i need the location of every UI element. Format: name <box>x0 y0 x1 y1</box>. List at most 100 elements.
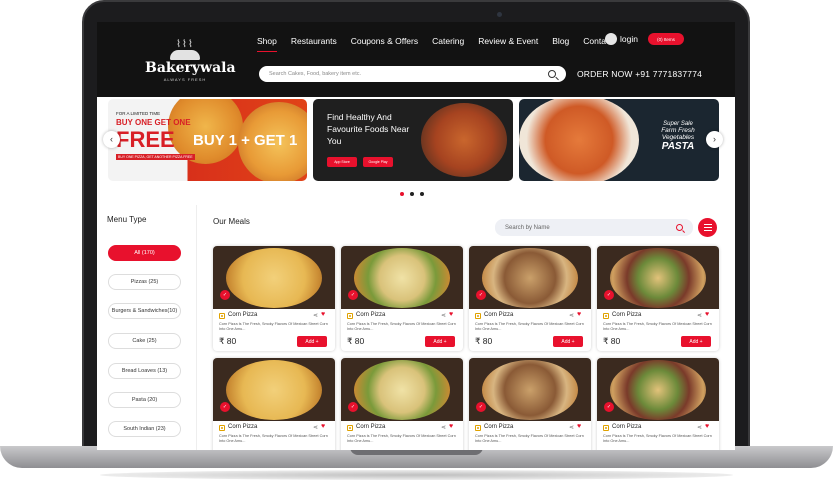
banner-healthy-text: Find Healthy And Favourite Foods Near Yo… <box>327 112 410 146</box>
banner-pasta-title: PASTA <box>661 141 695 152</box>
nav-coupons[interactable]: Coupons & Offers <box>351 36 418 46</box>
heart-icon[interactable]: ♥ <box>577 311 581 318</box>
filter-icon <box>703 224 712 225</box>
login-label: login <box>620 34 638 44</box>
veg-icon <box>603 313 609 319</box>
order-phone[interactable]: ORDER NOW +91 7771837774 <box>577 69 702 79</box>
menu-item-burgers[interactable]: Burgers & Sandwiches(10) <box>108 303 181 319</box>
nav-blog[interactable]: Blog <box>552 36 569 46</box>
banner-healthy-food[interactable]: Find Healthy And Favourite Foods Near Yo… <box>313 99 513 181</box>
meal-card[interactable]: ✓ Corn Pizza ⋖ ♥ Corn Pizza Is The Fresh… <box>213 358 335 450</box>
meal-card[interactable]: ✓ Corn Pizza ⋖ ♥ Corn Pizza Is The Fresh… <box>469 358 591 450</box>
meal-price: ₹ 80 <box>347 336 365 346</box>
meal-card[interactable]: ✓ Corn Pizza ⋖ ♥ Corn Pizza Is The Fresh… <box>341 358 463 450</box>
meal-desc: Corn Pizza Is The Fresh, Smoky Flavors O… <box>603 434 712 443</box>
veg-icon <box>603 425 609 431</box>
meal-search-input[interactable]: Search by Name <box>505 225 676 231</box>
meal-name: Corn Pizza <box>228 312 258 318</box>
meal-card[interactable]: ✓ Corn Pizza ⋖ ♥ Corn Pizza Is The Fresh… <box>597 246 719 351</box>
menu-item-pasta[interactable]: Pasta (20) <box>108 392 181 408</box>
share-icon[interactable]: ⋖ <box>441 312 446 319</box>
nav-restaurants[interactable]: Restaurants <box>291 36 337 46</box>
veg-icon <box>347 425 353 431</box>
filter-button[interactable] <box>698 218 717 237</box>
meal-card[interactable]: ✓ Corn Pizza ⋖ ♥ Corn Pizza Is The Fresh… <box>341 246 463 351</box>
meal-name: Corn Pizza <box>356 312 386 318</box>
badge-icon: ✓ <box>604 402 614 412</box>
meal-search[interactable]: Search by Name <box>495 219 693 236</box>
login-button[interactable]: login <box>605 33 638 45</box>
banner-offer-line: BUY ONE GET ONE <box>116 118 191 127</box>
carousel-prev-button[interactable]: ‹ <box>103 131 120 148</box>
carousel-dot[interactable] <box>410 192 414 196</box>
heart-icon[interactable]: ♥ <box>321 423 325 430</box>
carousel-dot[interactable] <box>420 192 424 196</box>
header-search[interactable]: Search Cakes, Food, bakery item etc. <box>259 66 566 82</box>
share-icon[interactable]: ⋖ <box>697 312 702 319</box>
laptop-shadow <box>100 470 733 480</box>
user-icon <box>605 33 617 45</box>
search-input[interactable]: Search Cakes, Food, bakery item etc. <box>269 71 548 77</box>
heart-icon[interactable]: ♥ <box>449 423 453 430</box>
meal-image: ✓ <box>469 358 591 421</box>
menu-item-south-indian[interactable]: South Indian (23) <box>108 421 181 437</box>
add-button[interactable]: Add + <box>553 336 583 347</box>
share-icon[interactable]: ⋖ <box>441 424 446 431</box>
pizza-image <box>610 248 706 308</box>
meal-name: Corn Pizza <box>484 424 514 430</box>
meal-card[interactable]: ✓ Corn Pizza ⋖ ♥ Corn Pizza Is The Fresh… <box>469 246 591 351</box>
add-button[interactable]: Add + <box>681 336 711 347</box>
app-store-button[interactable]: App Store <box>327 157 357 167</box>
google-play-button[interactable]: Google Play <box>363 157 393 167</box>
badge-icon: ✓ <box>348 290 358 300</box>
veg-icon <box>475 313 481 319</box>
banner-pasta-fresh: Farm Fresh Vegetables <box>661 127 695 141</box>
meal-name: Corn Pizza <box>612 312 642 318</box>
search-icon[interactable] <box>548 70 556 78</box>
carousel-next-button[interactable]: › <box>706 131 723 148</box>
heart-icon[interactable]: ♥ <box>705 423 709 430</box>
heart-icon[interactable]: ♥ <box>705 311 709 318</box>
share-icon[interactable]: ⋖ <box>569 424 574 431</box>
banner-pasta[interactable]: Super Sale Farm Fresh Vegetables PASTA <box>519 99 719 181</box>
nav-shop[interactable]: Shop <box>257 36 277 52</box>
share-icon[interactable]: ⋖ <box>569 312 574 319</box>
meal-name: Corn Pizza <box>484 312 514 318</box>
heart-icon[interactable]: ♥ <box>321 311 325 318</box>
carousel-dot[interactable] <box>400 192 404 196</box>
banner-sub-text: BUY ONE PIZZA, GET ANOTHER PIZZA FREE <box>116 154 195 160</box>
pasta-image <box>519 99 639 181</box>
meal-card[interactable]: ✓ Corn Pizza ⋖ ♥ Corn Pizza Is The Fresh… <box>597 358 719 450</box>
banner-pasta-text: Super Sale Farm Fresh Vegetables PASTA <box>645 121 711 152</box>
share-icon[interactable]: ⋖ <box>313 424 318 431</box>
meal-desc: Corn Pizza Is The Fresh, Smoky Flavors O… <box>219 322 328 331</box>
pizza-image <box>226 360 322 420</box>
heart-icon[interactable]: ♥ <box>577 423 581 430</box>
logo[interactable]: ⌇⌇⌇ Bakerywala ALWAYS FRESH <box>145 39 236 88</box>
camera-icon <box>497 12 502 17</box>
banner-bogo[interactable]: FOR A LIMITED TIME BUY ONE GET ONE FREE … <box>108 99 307 181</box>
nav-catering[interactable]: Catering <box>432 36 464 46</box>
add-button[interactable]: Add + <box>425 336 455 347</box>
heart-icon[interactable]: ♥ <box>449 311 453 318</box>
share-icon[interactable]: ⋖ <box>313 312 318 319</box>
badge-icon: ✓ <box>604 290 614 300</box>
carousel-dots <box>400 192 430 196</box>
add-button[interactable]: Add + <box>297 336 327 347</box>
cart-button[interactable]: (0) Items <box>648 33 684 45</box>
banner-small-text: FOR A LIMITED TIME <box>116 111 161 116</box>
share-icon[interactable]: ⋖ <box>697 424 702 431</box>
search-icon[interactable] <box>676 224 683 231</box>
veg-icon <box>219 425 225 431</box>
menu-item-cake[interactable]: Cake (25) <box>108 333 181 349</box>
meal-price: ₹ 80 <box>603 336 621 346</box>
veg-icon <box>347 313 353 319</box>
steam-icon: ⌇⌇⌇ <box>176 39 194 50</box>
nav-review-event[interactable]: Review & Event <box>478 36 538 46</box>
menu-item-bread[interactable]: Bread Loaves (13) <box>108 363 181 379</box>
badge-icon: ✓ <box>220 402 230 412</box>
meal-card[interactable]: ✓ Corn Pizza ⋖ ♥ Corn Pizza Is The Fresh… <box>213 246 335 351</box>
menu-item-pizzas[interactable]: Pizzas (25) <box>108 274 181 290</box>
meal-image: ✓ <box>469 246 591 309</box>
menu-item-all[interactable]: All (170) <box>108 245 181 261</box>
